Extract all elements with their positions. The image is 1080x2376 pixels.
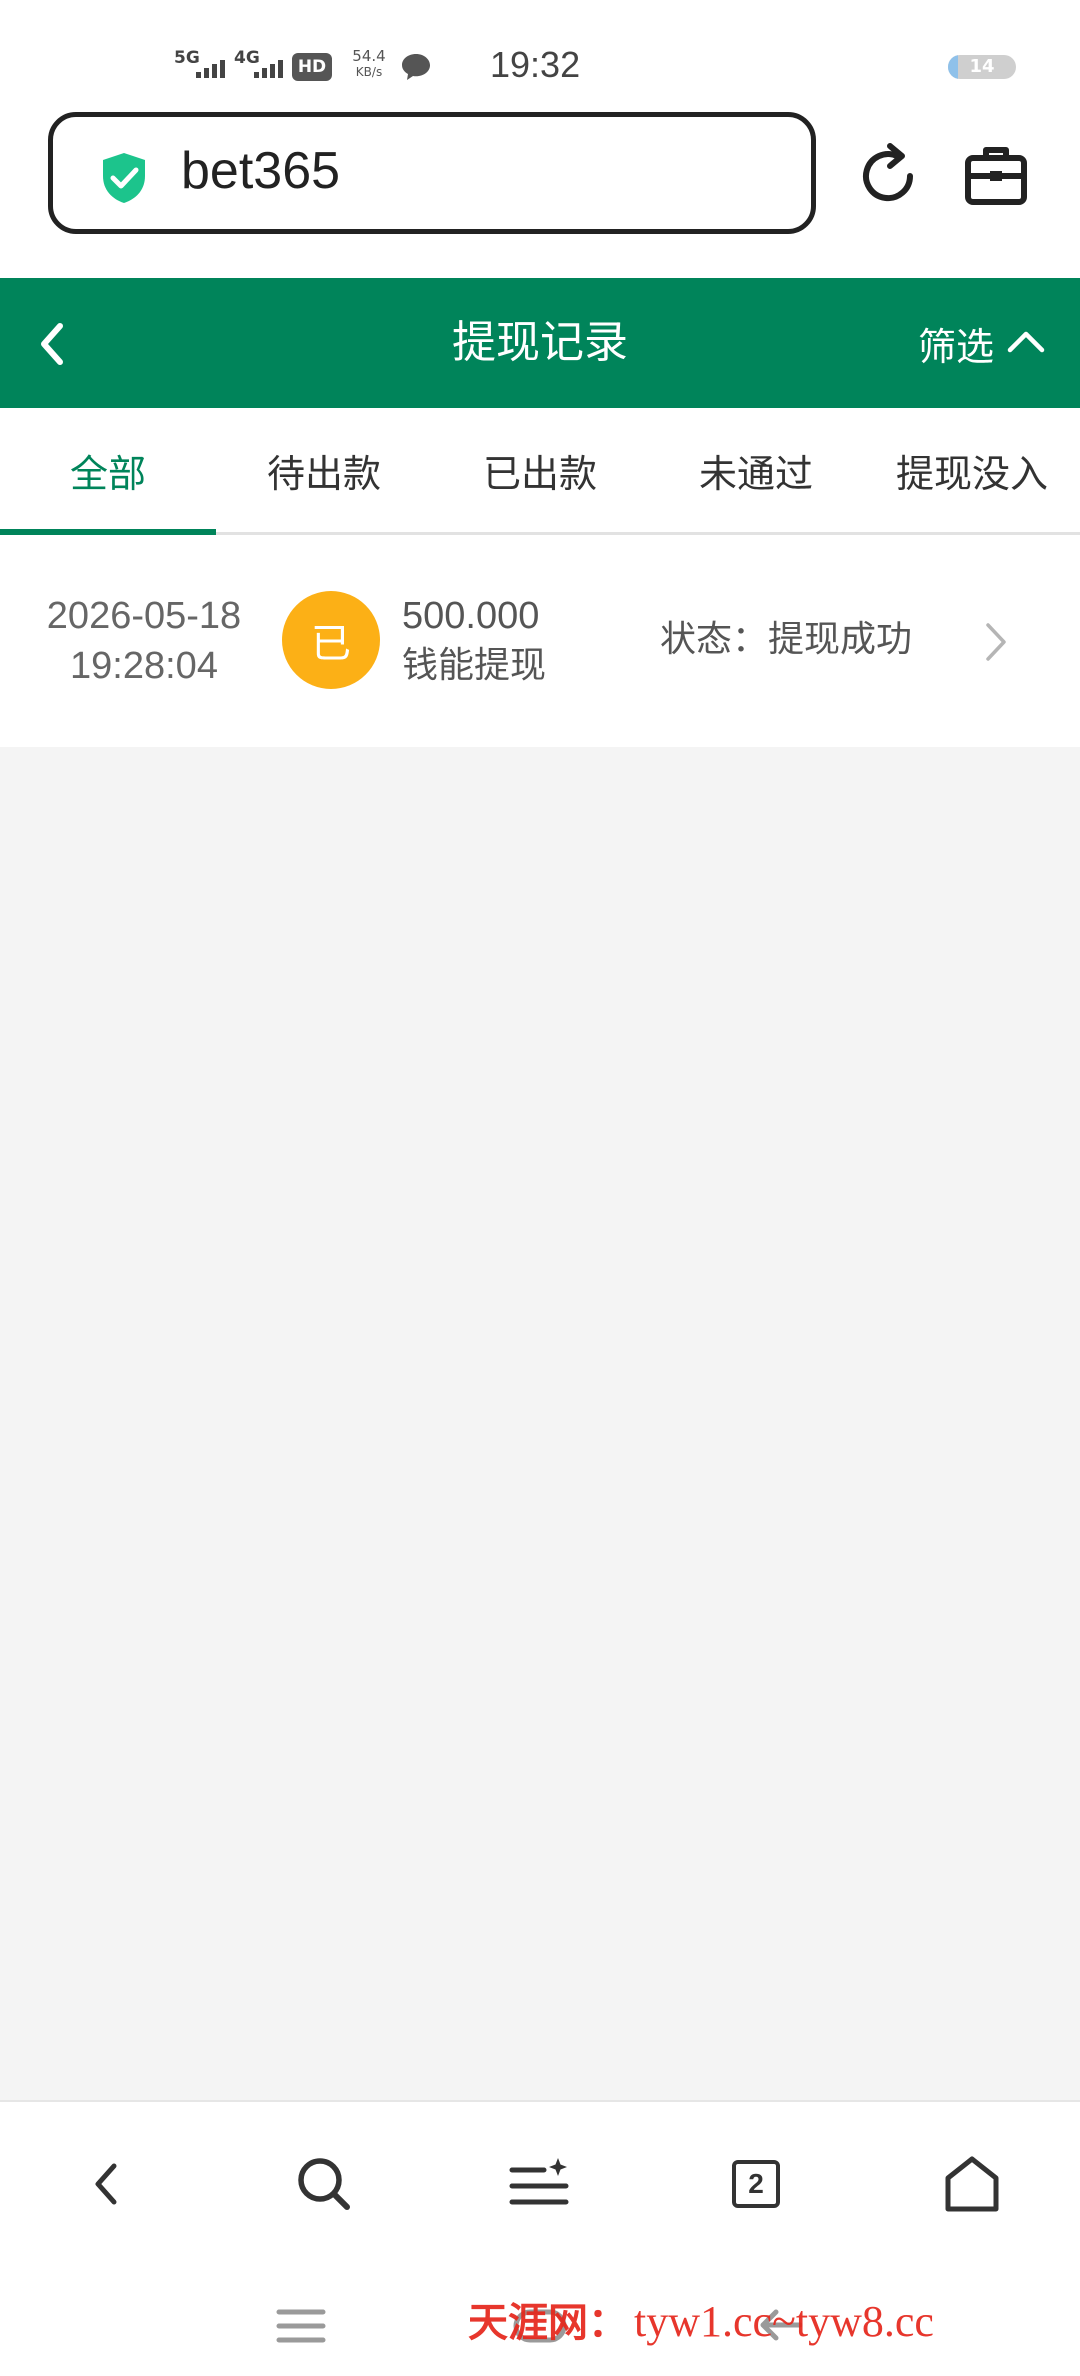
tabs-count-icon: 2	[732, 2160, 780, 2208]
status-bar: 5G 4G HD 54.4 KB/s 19:32 14	[0, 0, 1080, 100]
tab-paid-out[interactable]: 已出款	[432, 408, 648, 532]
signal-strength-icon-2	[254, 58, 283, 78]
toolbox-icon[interactable]	[964, 144, 1028, 210]
filter-label: 筛选	[918, 324, 995, 369]
home-icon[interactable]	[932, 2144, 1012, 2224]
withdrawal-record[interactable]: 2026-05-18 19:28:04 已 500.000 钱能提现 状态：提现…	[0, 535, 1080, 747]
page-header: 提现记录 筛选	[0, 278, 1080, 408]
url-text: bet365	[181, 142, 341, 200]
signal-strength-icon	[196, 58, 225, 78]
tab-all[interactable]: 全部	[0, 408, 216, 535]
tab-not-received[interactable]: 提现没入	[864, 408, 1080, 532]
battery-level: 14	[969, 56, 995, 77]
chevron-right-icon	[982, 619, 1010, 669]
clock: 19:32	[490, 44, 581, 85]
watermark-urls: tyw1.cc~tyw8.cc	[634, 2297, 934, 2346]
filter-button[interactable]: 筛选	[918, 278, 1046, 408]
record-time: 19:28:04	[70, 645, 218, 687]
tabs-button[interactable]: 2	[716, 2144, 796, 2224]
security-shield-icon	[99, 151, 149, 209]
reload-icon[interactable]	[852, 140, 924, 216]
record-amount: 500.000	[402, 595, 540, 637]
chevron-up-icon	[1006, 321, 1046, 365]
record-datetime: 2026-05-18 19:28:04	[22, 591, 266, 691]
watermark-site-name: 天涯网：	[468, 2299, 628, 2346]
record-status: 状态：提现成功	[660, 619, 913, 660]
nav-back-icon[interactable]	[66, 2144, 146, 2224]
battery-icon: 14	[948, 55, 1016, 79]
message-icon	[400, 52, 432, 86]
hd-voice-icon: HD	[292, 53, 332, 81]
system-navigation-bar: 天涯网： tyw1.cc~tyw8.cc	[0, 2270, 1080, 2376]
search-icon[interactable]	[284, 2144, 364, 2224]
status-badge: 已	[282, 591, 380, 689]
record-type: 钱能提现	[402, 645, 547, 686]
record-date: 2026-05-18	[46, 595, 242, 637]
tab-rejected[interactable]: 未通过	[648, 408, 864, 532]
browser-toolbar: bet365	[0, 100, 1080, 278]
tab-pending-payout[interactable]: 待出款	[216, 408, 432, 532]
watermark: 天涯网： tyw1.cc~tyw8.cc	[468, 2290, 934, 2348]
address-bar[interactable]: bet365	[48, 112, 816, 234]
ai-menu-icon[interactable]	[500, 2144, 580, 2224]
recent-apps-icon[interactable]	[276, 2306, 326, 2350]
status-tabs: 全部 待出款 已出款 未通过 提现没入	[0, 408, 1080, 535]
network-speed: 54.4 KB/s	[352, 47, 386, 79]
browser-bottom-nav: 2	[0, 2100, 1080, 2272]
